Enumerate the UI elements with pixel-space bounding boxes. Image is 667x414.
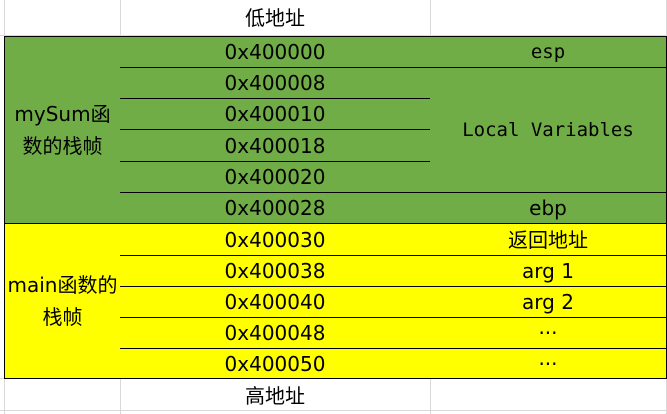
address-cell: 0x400030 [120,223,431,255]
address-cell: 0x400008 [120,67,431,98]
address-cell: 0x400040 [120,286,431,317]
ellipsis-cell: ··· [430,317,667,348]
address-cell: 0x400020 [120,161,431,192]
ebp-cell: ebp [430,192,667,223]
ellipsis-cell: ··· [430,348,667,379]
local-variables-cell: Local Variables [430,67,667,192]
spreadsheet: 低地址 mySum函数的栈帧 0x400000 0x400008 0x40001… [0,0,667,414]
esp-cell: esp [430,36,667,67]
low-address-label: 低地址 [245,6,305,30]
address-cell: 0x400028 [120,192,431,223]
mysum-frame-label: mySum函数的栈帧 [4,36,121,223]
arg1-cell: arg 1 [430,255,667,286]
return-address-cell: 返回地址 [430,223,667,255]
main-frame-label: main函数的栈帧 [4,223,121,379]
address-cell: 0x400018 [120,129,431,161]
address-cell: 0x400038 [120,255,431,286]
address-cell: 0x400048 [120,317,431,348]
address-cell: 0x400050 [120,348,431,379]
address-cell: 0x400010 [120,98,431,129]
high-address-label: 高地址 [245,383,305,408]
address-cell: 0x400000 [120,36,431,67]
arg2-cell: arg 2 [430,286,667,317]
